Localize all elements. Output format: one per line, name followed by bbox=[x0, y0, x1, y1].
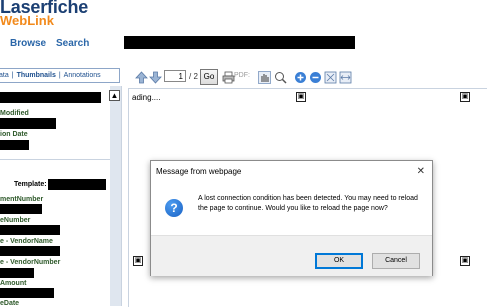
redacted-value bbox=[0, 92, 101, 103]
redacted-value bbox=[0, 118, 56, 129]
ok-button[interactable]: OK bbox=[315, 253, 363, 269]
redacted-value bbox=[0, 268, 34, 278]
redacted-path bbox=[124, 36, 355, 49]
nav-search-link[interactable]: Search bbox=[56, 38, 89, 49]
image-placeholder-icon: ▣ bbox=[296, 92, 306, 102]
go-button[interactable]: Go bbox=[200, 69, 218, 85]
cancel-button[interactable]: Cancel bbox=[372, 253, 420, 269]
redacted-value bbox=[0, 225, 60, 235]
page-count: / 2 bbox=[189, 72, 198, 81]
redacted-value bbox=[0, 246, 60, 256]
tab-annotations[interactable]: Annotations bbox=[63, 72, 102, 79]
nav-browse-link[interactable]: Browse bbox=[10, 38, 46, 49]
redacted-value bbox=[0, 288, 54, 298]
viewer-toolbar: 1 / 2 Go PDF: bbox=[133, 68, 487, 88]
close-icon[interactable]: ✕ bbox=[417, 161, 425, 183]
page-down-icon[interactable] bbox=[149, 71, 162, 84]
reload-dialog: Message from webpage ✕ ? A lost connecti… bbox=[150, 160, 433, 276]
dialog-titlebar: Message from webpage ✕ bbox=[151, 161, 432, 183]
dialog-footer: OK Cancel bbox=[151, 235, 432, 276]
field-label-invoice-number: eNumber bbox=[0, 217, 31, 224]
field-label-amount: Amount bbox=[0, 280, 27, 287]
pdf-export-label[interactable]: PDF: bbox=[234, 72, 250, 79]
image-placeholder-icon: ▣ bbox=[133, 256, 143, 266]
left-panel-tabs: ata|Thumbnails|Annotations bbox=[0, 68, 120, 83]
field-label-vendor-name: e - VendorName bbox=[0, 238, 53, 245]
dialog-body: ? A lost connection condition has been d… bbox=[151, 183, 432, 235]
fit-width-icon[interactable] bbox=[339, 71, 352, 84]
image-placeholder-icon: ▣ bbox=[460, 256, 470, 266]
question-icon: ? bbox=[165, 199, 183, 217]
redacted-value bbox=[48, 179, 106, 190]
field-label-vendor-number: e - VendorNumber bbox=[0, 259, 61, 266]
zoom-in-icon[interactable] bbox=[294, 71, 307, 84]
logo-subtitle: WebLink bbox=[0, 13, 54, 28]
field-label-creation-date: ion Date bbox=[0, 131, 28, 138]
loading-text: ading.... bbox=[132, 93, 161, 102]
field-label-template: Template: bbox=[14, 181, 47, 188]
zoom-select-icon[interactable] bbox=[274, 71, 287, 84]
pan-hand-icon[interactable] bbox=[258, 71, 271, 84]
tab-thumbnails[interactable]: Thumbnails bbox=[16, 72, 57, 79]
fit-page-icon[interactable] bbox=[324, 71, 337, 84]
field-label-document-number: mentNumber bbox=[0, 196, 44, 203]
dialog-message: A lost connection condition has been det… bbox=[198, 195, 418, 212]
metadata-scrollbar[interactable] bbox=[110, 86, 121, 306]
tab-separator: | bbox=[11, 72, 14, 79]
collapse-icon[interactable]: ▲ bbox=[109, 90, 120, 101]
redacted-value bbox=[0, 204, 42, 214]
field-label-modified: Modified bbox=[0, 110, 29, 117]
zoom-out-icon[interactable] bbox=[309, 71, 322, 84]
page-number-input[interactable]: 1 bbox=[164, 70, 186, 82]
tab-metadata[interactable]: ata bbox=[0, 72, 10, 79]
dialog-title: Message from webpage bbox=[156, 167, 242, 176]
tab-separator: | bbox=[58, 72, 61, 79]
image-placeholder-icon: ▣ bbox=[460, 92, 470, 102]
page-up-icon[interactable] bbox=[135, 71, 148, 84]
divider bbox=[0, 159, 110, 160]
redacted-value bbox=[0, 140, 29, 150]
